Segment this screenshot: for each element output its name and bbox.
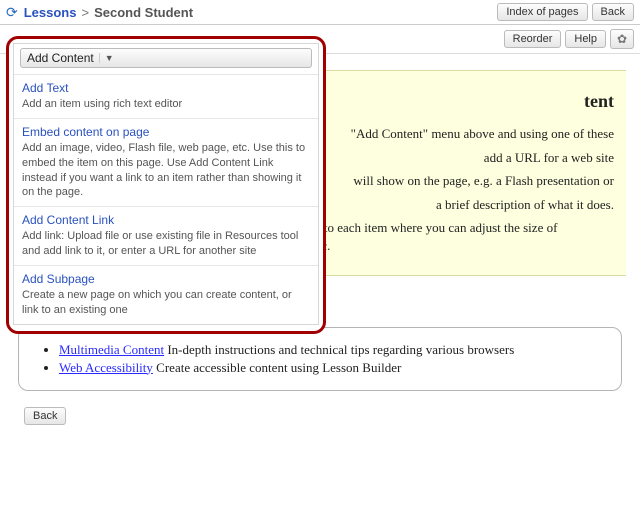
breadcrumb-root[interactable]: Lessons [24, 5, 77, 20]
refresh-icon[interactable]: ⟳ [6, 4, 18, 21]
add-content-label: Add Content [27, 51, 94, 65]
menu-item-title: Add Subpage [22, 272, 310, 286]
breadcrumb-separator: > [81, 5, 89, 20]
more-info-item: Multimedia Content In-depth instructions… [59, 342, 603, 358]
menu-item-title: Add Text [22, 81, 310, 95]
back-button-bottom[interactable]: Back [24, 407, 66, 425]
menu-item-add-content-link[interactable]: Add Content Link Add link: Upload file o… [14, 206, 318, 265]
more-info-item: Web Accessibility Create accessible cont… [59, 360, 603, 376]
menu-item-embed-content[interactable]: Embed content on page Add an image, vide… [14, 118, 318, 206]
add-content-popover-highlight: Add Content ▼ Add Text Add an item using… [6, 36, 326, 334]
reorder-button[interactable]: Reorder [504, 30, 562, 48]
gear-button[interactable]: ✿ [610, 29, 634, 49]
more-info-link-accessibility[interactable]: Web Accessibility [59, 360, 153, 375]
more-info-box: Multimedia Content In-depth instructions… [18, 327, 622, 391]
menu-item-desc: Create a new page on which you can creat… [22, 288, 310, 318]
help-button[interactable]: Help [565, 30, 606, 48]
top-bar: ⟳ Lessons > Second Student Index of page… [0, 0, 640, 25]
back-button-top[interactable]: Back [592, 3, 634, 21]
more-info-text: Create accessible content using Lesson B… [153, 360, 401, 375]
menu-item-add-subpage[interactable]: Add Subpage Create a new page on which y… [14, 265, 318, 324]
breadcrumb: Lessons > Second Student [24, 5, 494, 20]
add-content-popover: Add Content ▼ Add Text Add an item using… [13, 43, 319, 325]
index-of-pages-button[interactable]: Index of pages [497, 3, 587, 21]
menu-item-add-text[interactable]: Add Text Add an item using rich text edi… [14, 74, 318, 118]
menu-item-desc: Add an item using rich text editor [22, 97, 310, 112]
menu-item-title: Embed content on page [22, 125, 310, 139]
page-body: Add Content ▼ Add Text Add an item using… [0, 54, 640, 441]
more-info-link-multimedia[interactable]: Multimedia Content [59, 342, 164, 357]
more-info-text: In-depth instructions and technical tips… [164, 342, 514, 357]
add-content-menu: Add Text Add an item using rich text edi… [14, 74, 318, 324]
chevron-down-icon: ▼ [99, 53, 114, 63]
gear-icon: ✿ [617, 32, 627, 46]
breadcrumb-current: Second Student [94, 5, 193, 20]
menu-item-title: Add Content Link [22, 213, 310, 227]
add-content-dropdown-open[interactable]: Add Content ▼ [20, 48, 312, 68]
menu-item-desc: Add an image, video, Flash file, web pag… [22, 141, 310, 200]
menu-item-desc: Add link: Upload file or use existing fi… [22, 229, 310, 259]
